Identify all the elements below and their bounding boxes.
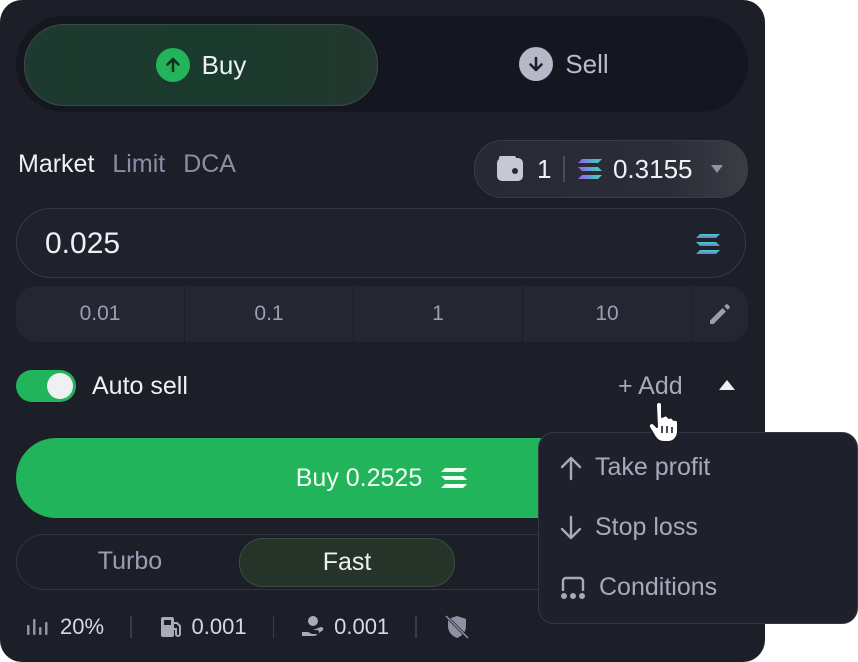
- conditions-icon: [559, 575, 587, 601]
- preset-button[interactable]: 0.01: [16, 286, 185, 342]
- menu-item-label: Take profit: [595, 453, 711, 481]
- arrow-down-circle-icon: [519, 47, 554, 81]
- pencil-icon: [707, 301, 733, 327]
- divider: [130, 616, 132, 638]
- chevron-down-icon: [710, 165, 723, 173]
- tip-stat[interactable]: 0.001: [300, 614, 389, 640]
- auto-sell-toggle[interactable]: [16, 370, 76, 402]
- arrow-up-icon: [559, 455, 583, 481]
- slippage-icon: [26, 615, 52, 639]
- arrow-down-icon: [559, 515, 583, 541]
- menu-item-conditions[interactable]: Conditions: [559, 573, 717, 602]
- preset-button[interactable]: 10: [523, 286, 692, 342]
- slippage-stat[interactable]: 20%: [26, 614, 104, 640]
- auto-sell-label: Auto sell: [92, 372, 188, 400]
- menu-item-stop-loss[interactable]: Stop loss: [559, 513, 698, 542]
- buy-sell-toggle: Buy Sell: [16, 16, 748, 112]
- divider: [563, 156, 565, 182]
- divider: [272, 616, 275, 638]
- amount-input[interactable]: [43, 223, 647, 265]
- tab-dca[interactable]: DCA: [183, 150, 236, 179]
- menu-item-take-profit[interactable]: Take profit: [559, 453, 710, 482]
- speed-turbo[interactable]: Turbo: [23, 538, 237, 585]
- menu-item-label: Stop loss: [595, 513, 698, 541]
- buy-tab[interactable]: Buy: [24, 24, 378, 106]
- solana-icon: [440, 467, 468, 489]
- caret-up-icon[interactable]: [718, 378, 736, 396]
- wallet-balance: 0.3155: [612, 153, 693, 184]
- preset-button[interactable]: 1: [354, 286, 523, 342]
- wallet-selector[interactable]: 1 0.3155: [474, 140, 748, 198]
- amount-field[interactable]: [16, 208, 746, 278]
- preset-amounts: 0.01 0.1 1 10: [16, 286, 748, 342]
- buy-tab-label: Buy: [201, 49, 247, 80]
- wallet-icon: [495, 154, 525, 184]
- settings-summary: 20% 0.001 0.001: [26, 610, 471, 644]
- solana-icon: [695, 233, 721, 260]
- toggle-knob: [47, 373, 73, 399]
- tab-limit[interactable]: Limit: [112, 150, 165, 179]
- priority-fee-stat[interactable]: 0.001: [158, 614, 247, 640]
- auto-sell-add-menu: Take profit Stop loss Conditions: [538, 432, 858, 624]
- divider: [415, 616, 417, 638]
- mev-protection-stat[interactable]: [443, 613, 471, 641]
- solana-icon: [577, 158, 603, 180]
- priority-fee-value: 0.001: [191, 614, 247, 639]
- gas-pump-icon: [158, 614, 184, 640]
- tip-hand-icon: [300, 614, 326, 640]
- arrow-up-circle-icon: [155, 48, 190, 82]
- preset-button[interactable]: 0.1: [185, 286, 354, 342]
- sell-tab-label: Sell: [565, 48, 609, 79]
- add-condition-button[interactable]: + Add: [618, 372, 683, 401]
- tab-market[interactable]: Market: [18, 150, 94, 179]
- hand-pointer-cursor-icon: [646, 401, 682, 449]
- menu-item-label: Conditions: [599, 573, 718, 601]
- slippage-value: 20%: [60, 614, 105, 639]
- wallet-count: 1: [537, 153, 552, 184]
- order-type-tabs: Market Limit DCA: [18, 150, 236, 179]
- edit-presets-button[interactable]: [692, 286, 748, 342]
- sell-tab[interactable]: Sell: [388, 24, 740, 104]
- speed-fast[interactable]: Fast: [239, 538, 455, 587]
- shield-off-icon: [443, 613, 471, 641]
- buy-submit-label: Buy 0.2525: [295, 463, 423, 492]
- tip-value: 0.001: [334, 614, 390, 639]
